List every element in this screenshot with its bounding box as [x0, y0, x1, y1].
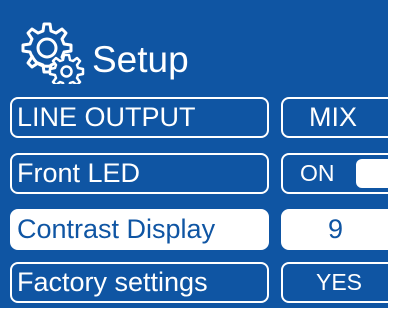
- front-led-toggle[interactable]: ON: [281, 153, 388, 194]
- value-text: ON: [300, 160, 335, 186]
- header: Setup: [0, 0, 388, 88]
- menu-item-line-output[interactable]: LINE OUTPUT: [10, 97, 269, 138]
- value-text: MIX: [309, 102, 358, 132]
- page-title: Setup: [92, 39, 189, 80]
- menu-item-front-led[interactable]: Front LED: [10, 153, 269, 194]
- menu-item-label: LINE OUTPUT: [17, 102, 196, 132]
- menu-item-factory-settings[interactable]: Factory settings: [10, 262, 269, 303]
- value-text: 9: [328, 214, 344, 244]
- contrast-display-value[interactable]: 9: [281, 209, 388, 250]
- menu-item-label: Factory settings: [17, 267, 208, 297]
- menu-item-contrast-display[interactable]: Contrast Display: [10, 209, 269, 250]
- gear-icon: [21, 22, 85, 84]
- setup-screen: Setup LINE OUTPUT MIX Front LED ON Contr…: [0, 0, 388, 308]
- value-text: YES: [316, 269, 363, 295]
- menu-item-label: Front LED: [17, 158, 141, 188]
- toggle-knob[interactable]: [356, 159, 388, 188]
- factory-settings-value[interactable]: YES: [281, 262, 388, 303]
- menu-item-label: Contrast Display: [17, 214, 216, 244]
- line-output-value[interactable]: MIX: [281, 97, 388, 138]
